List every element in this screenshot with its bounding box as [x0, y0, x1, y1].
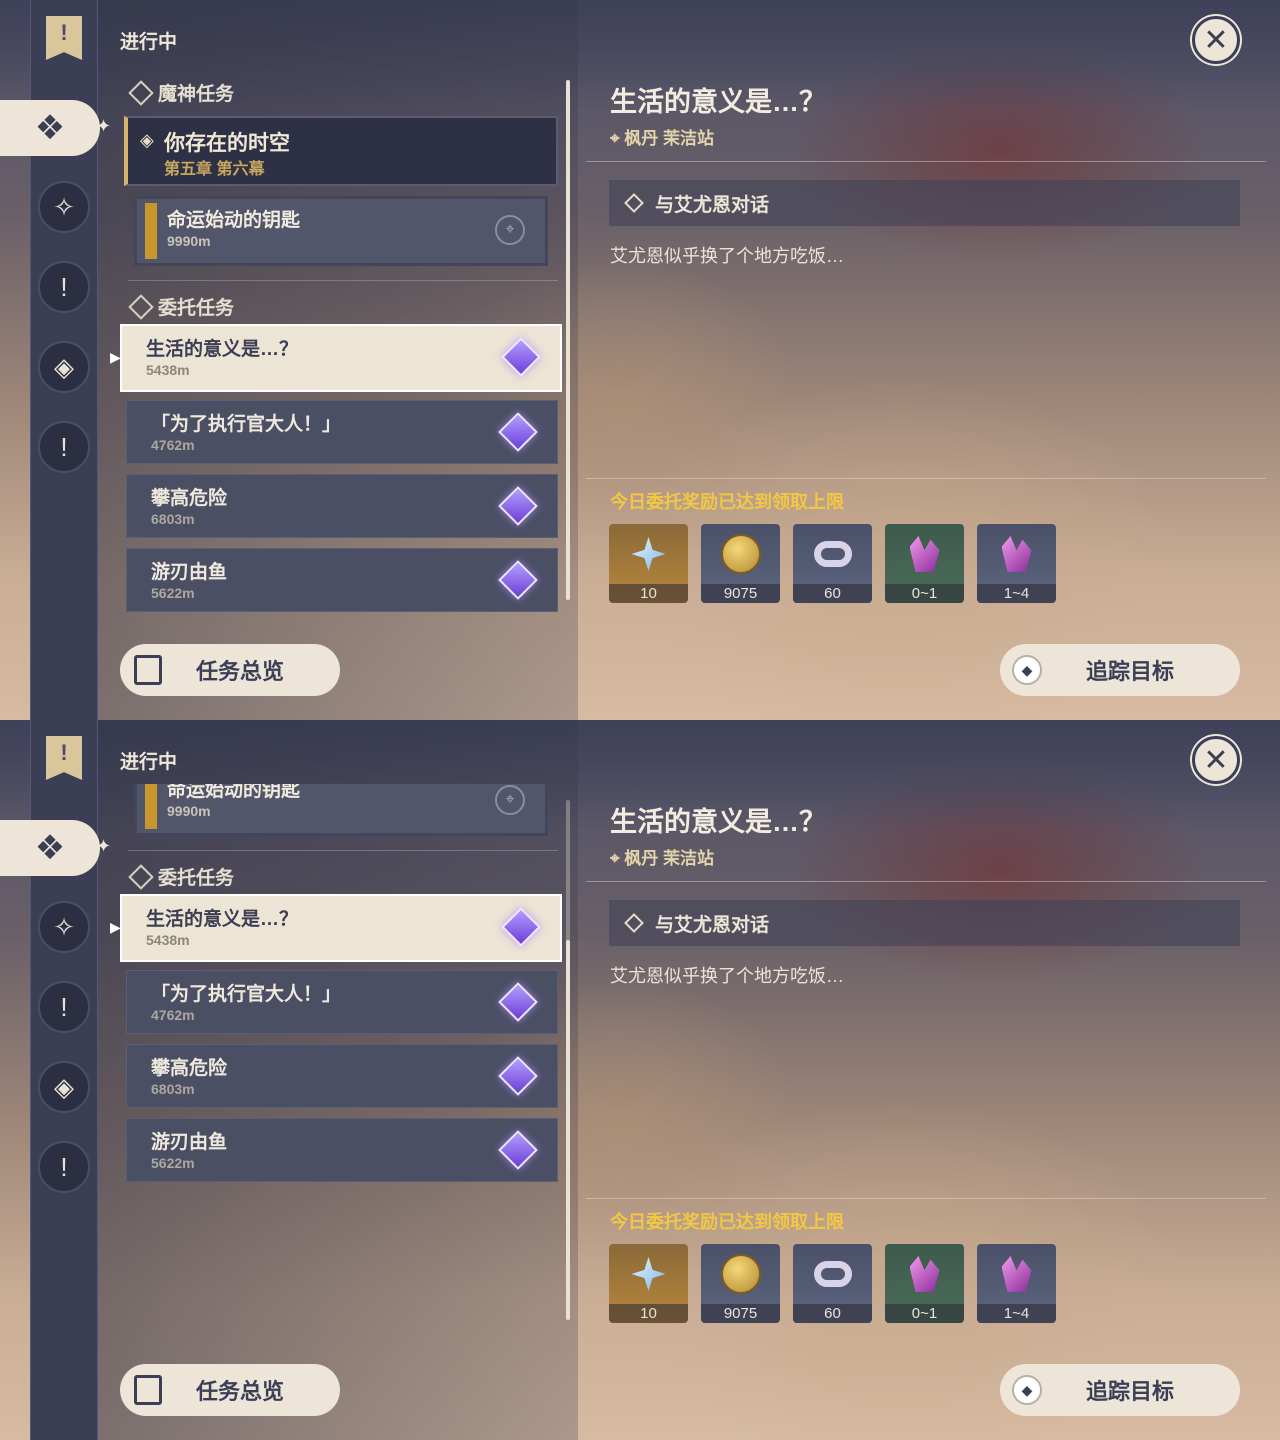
- close-button[interactable]: ✕: [1192, 736, 1240, 784]
- sub-quest-title: 命运始动的钥匙: [167, 210, 301, 231]
- reward-primogem[interactable]: 10: [609, 524, 688, 603]
- quest-screen-1: ! ❖ ✦ ✧ ! ◈ ! 进行中 魔神任务 ◈ 你存在的时空 第五章 第六幕 …: [0, 0, 1280, 720]
- archon-quest-tab[interactable]: ✧: [38, 181, 90, 233]
- story-quest-tab[interactable]: !: [38, 261, 90, 313]
- adventure-exp-icon: [813, 541, 852, 567]
- commission-item[interactable]: 「为了执行官大人！」 4762m: [126, 400, 558, 464]
- commission-star-icon: [498, 1056, 538, 1096]
- archon-icon: ✧: [53, 191, 75, 222]
- quest-cluster-icon: ❖: [34, 109, 66, 147]
- detail-description: 艾尤恩似乎换了个地方吃饭…: [610, 246, 844, 266]
- close-icon: ✕: [1203, 23, 1229, 57]
- sub-quest-card[interactable]: 命运始动的钥匙 9990m ⌖: [134, 196, 548, 266]
- primogem-icon: [631, 1257, 666, 1291]
- close-icon: ✕: [1203, 743, 1229, 777]
- commission-item[interactable]: 生活的意义是…？ 5438m: [120, 324, 562, 392]
- track-target-button[interactable]: ◆ 追踪目标: [1000, 644, 1240, 696]
- quest-overview-button[interactable]: 任务总览: [120, 1364, 340, 1416]
- commission-item[interactable]: 生活的意义是…？ 5438m: [120, 894, 562, 962]
- reward-crystal-cluster[interactable]: 1~4: [977, 1244, 1056, 1323]
- detail-title: 生活的意义是…？: [610, 87, 826, 117]
- commission-section-icon: [128, 293, 154, 320]
- reward-crystal-chunk[interactable]: 0~1: [885, 1244, 964, 1323]
- quest-list-scrollbar[interactable]: [566, 80, 570, 600]
- objective-diamond-icon: [624, 913, 644, 933]
- commission-star-icon: [501, 337, 541, 377]
- status-title: 进行中: [120, 32, 178, 53]
- section-commission: 委托任务: [128, 293, 234, 320]
- all-quests-tab[interactable]: ❖: [0, 100, 100, 156]
- sub-quest-distance: 9990m: [167, 803, 211, 819]
- close-button[interactable]: ✕: [1192, 16, 1240, 64]
- commission-star-icon: [498, 982, 538, 1022]
- commission-item[interactable]: 游刃由鱼 5622m: [126, 548, 558, 612]
- mora-icon: [720, 1254, 761, 1294]
- sub-quest-title: 命运始动的钥匙: [167, 784, 301, 801]
- reward-limit-message: 今日委托奖励已达到领取上限: [610, 492, 844, 512]
- objective-row: 与艾尤恩对话: [609, 900, 1240, 946]
- status-title: 进行中: [120, 752, 178, 773]
- overview-icon: [134, 1375, 162, 1405]
- detail-location: ⌖ 枫丹 茉洁站: [610, 129, 715, 148]
- overview-icon: [134, 655, 162, 685]
- commission-star-icon: [498, 486, 538, 526]
- commission-star-icon: [498, 412, 538, 452]
- mora-icon: [720, 534, 761, 574]
- reward-mora[interactable]: 9075: [701, 1244, 780, 1323]
- commission-star-icon: [498, 1130, 538, 1170]
- reward-primogem[interactable]: 10: [609, 1244, 688, 1323]
- track-target-button[interactable]: ◆ 追踪目标: [1000, 1364, 1240, 1416]
- sub-quest-card[interactable]: 命运始动的钥匙 9990m ⌖: [134, 784, 548, 836]
- crystal-cluster-icon: [1001, 536, 1032, 572]
- objective-row: 与艾尤恩对话: [609, 180, 1240, 226]
- commission-item[interactable]: 游刃由鱼 5622m: [126, 1118, 558, 1182]
- location-pin-icon[interactable]: ⌖: [495, 785, 525, 815]
- track-diamond-icon: ◆: [1012, 1375, 1042, 1405]
- sub-quest-distance: 9990m: [167, 233, 211, 249]
- exclamation-icon: !: [60, 431, 68, 462]
- commission-section-icon: [128, 863, 154, 890]
- detail-location: ⌖ 枫丹 茉洁站: [610, 849, 715, 868]
- commission-icon: ◈: [54, 351, 74, 382]
- exclamation-icon: !: [60, 271, 68, 302]
- reward-crystal-chunk[interactable]: 0~1: [885, 524, 964, 603]
- main-quest-card[interactable]: ◈ 你存在的时空 第五章 第六幕: [124, 116, 558, 186]
- commission-item[interactable]: 「为了执行官大人！」 4762m: [126, 970, 558, 1034]
- commission-tab[interactable]: ◈: [38, 341, 90, 393]
- commission-star-icon: [501, 907, 541, 947]
- quest-screen-2: ! ❖ ✦ ✧ ! ◈ ! 进行中 命运始动的钥匙 9990m ⌖ 委托任务 ▶…: [0, 720, 1280, 1440]
- main-quest-title: 你存在的时空: [164, 132, 290, 155]
- crystal-cluster-icon: [1001, 1256, 1032, 1292]
- crystal-chunk-icon: [909, 1256, 940, 1292]
- objective-diamond-icon: [624, 193, 644, 213]
- detail-description: 艾尤恩似乎换了个地方吃饭…: [610, 966, 844, 986]
- quest-overview-button[interactable]: 任务总览: [120, 644, 340, 696]
- active-star-icon: ✦: [96, 116, 112, 136]
- adventure-exp-icon: [813, 1261, 852, 1287]
- reward-limit-message: 今日委托奖励已达到领取上限: [610, 1212, 844, 1232]
- primogem-icon: [631, 537, 666, 571]
- crystal-chunk-icon: [909, 536, 940, 572]
- commission-item[interactable]: 攀高危险 6803m: [126, 1044, 558, 1108]
- section-commission: 委托任务: [128, 863, 234, 890]
- track-diamond-icon: ◆: [1012, 655, 1042, 685]
- reward-mora[interactable]: 9075: [701, 524, 780, 603]
- reward-adventure-exp[interactable]: 60: [793, 524, 872, 603]
- location-pin-icon[interactable]: ⌖: [495, 215, 525, 245]
- main-quest-subtitle: 第五章 第六幕: [164, 161, 265, 178]
- archon-section-icon: [128, 79, 154, 106]
- quest-list-scrollbar[interactable]: [566, 800, 570, 1320]
- commission-star-icon: [498, 560, 538, 600]
- commission-item[interactable]: 攀高危险 6803m: [126, 474, 558, 538]
- reward-adventure-exp[interactable]: 60: [793, 1244, 872, 1323]
- reward-crystal-cluster[interactable]: 1~4: [977, 524, 1056, 603]
- detail-title: 生活的意义是…？: [610, 807, 826, 837]
- section-archon: 魔神任务: [128, 79, 234, 106]
- world-quest-tab[interactable]: !: [38, 421, 90, 473]
- diamond-icon: ◈: [140, 130, 154, 150]
